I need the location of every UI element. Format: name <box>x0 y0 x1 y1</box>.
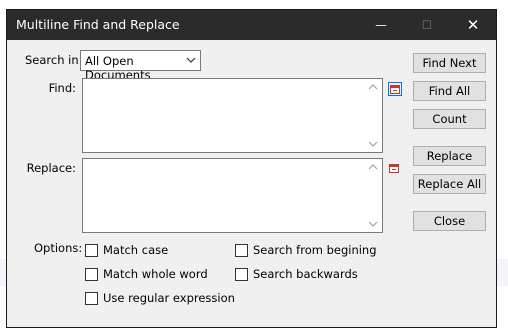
use-regex-label[interactable]: Use regular expression <box>103 291 235 305</box>
count-button[interactable]: Count <box>413 109 486 129</box>
checkbox-box[interactable] <box>85 292 98 305</box>
calendar-icon <box>389 164 399 173</box>
scroll-down-icon[interactable] <box>368 141 378 148</box>
find-replace-dialog: Multiline Find and Replace — ☐ ✕ Search … <box>6 9 497 328</box>
scroll-down-icon[interactable] <box>368 221 378 228</box>
checkbox-box[interactable] <box>235 244 248 257</box>
scroll-up-icon[interactable] <box>368 83 378 90</box>
find-special-chars-button[interactable] <box>388 82 402 96</box>
checkbox-box[interactable] <box>85 244 98 257</box>
find-scrollbar[interactable] <box>365 80 381 151</box>
close-window-button[interactable]: ✕ <box>450 10 496 40</box>
maximize-button: ☐ <box>421 18 433 32</box>
match-whole-word-label[interactable]: Match whole word <box>103 267 208 281</box>
replace-button[interactable]: Replace <box>413 146 486 166</box>
replace-label: Replace: <box>26 161 76 175</box>
search-from-beginning-label[interactable]: Search from begining <box>253 243 377 257</box>
find-label: Find: <box>48 81 76 95</box>
chevron-down-icon <box>186 57 196 63</box>
calendar-icon <box>390 85 400 94</box>
close-button[interactable]: Close <box>413 211 486 231</box>
find-next-button[interactable]: Find Next <box>413 53 486 73</box>
replace-scrollbar[interactable] <box>365 160 381 231</box>
search-in-select[interactable]: All Open Documents <box>80 50 201 82</box>
replace-textarea[interactable] <box>82 158 383 233</box>
title-bar[interactable]: Multiline Find and Replace — ☐ ✕ <box>7 10 496 40</box>
find-textarea[interactable] <box>82 78 383 153</box>
search-in-label: Search in: <box>25 53 83 67</box>
window-title: Multiline Find and Replace <box>16 17 180 32</box>
checkbox-box[interactable] <box>85 268 98 281</box>
match-case-label[interactable]: Match case <box>103 243 168 257</box>
checkbox-box[interactable] <box>235 268 248 281</box>
options-label: Options: <box>34 241 83 255</box>
minimize-button[interactable]: — <box>358 10 404 40</box>
search-backwards-label[interactable]: Search backwards <box>253 267 358 281</box>
find-all-button[interactable]: Find All <box>413 81 486 101</box>
replace-all-button[interactable]: Replace All <box>413 174 486 194</box>
scroll-up-icon[interactable] <box>368 163 378 170</box>
replace-special-chars-button[interactable] <box>388 162 402 176</box>
